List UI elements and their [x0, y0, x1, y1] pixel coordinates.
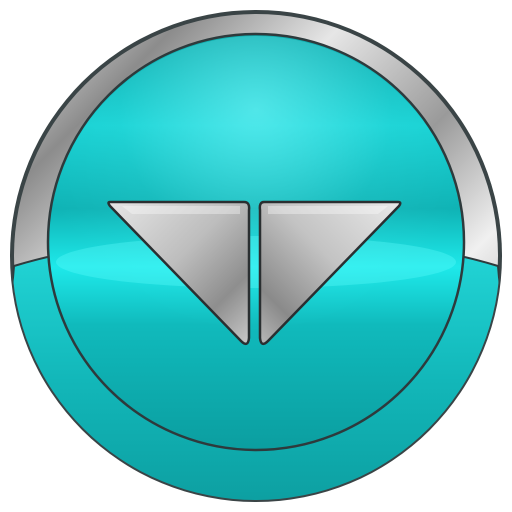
app-icon[interactable] — [0, 0, 512, 512]
arrow-left-highlight — [122, 206, 240, 214]
teal-round-button-icon — [10, 10, 502, 502]
arrow-right-highlight — [268, 206, 388, 214]
face-highlight-band — [56, 236, 456, 288]
